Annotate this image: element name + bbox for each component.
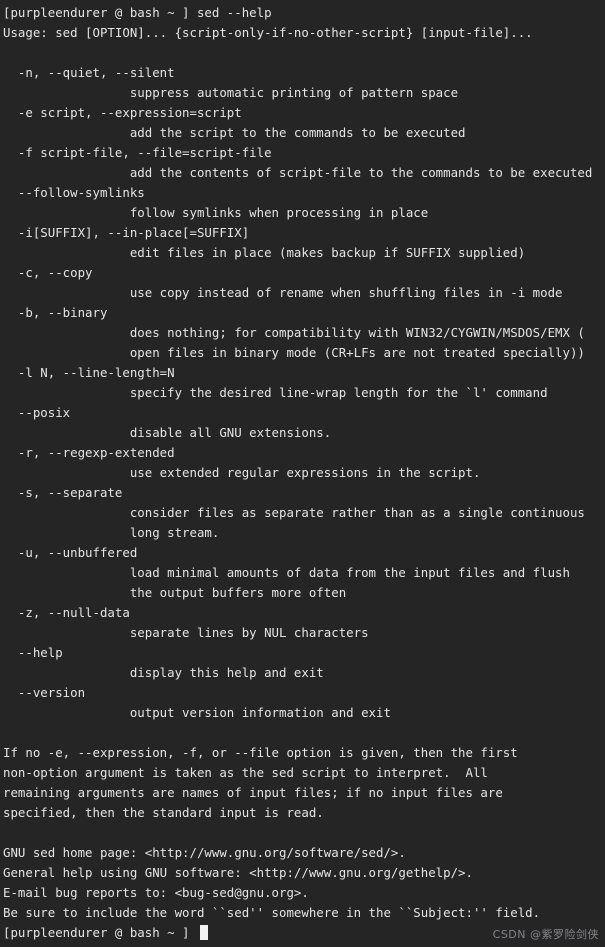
terminal-line: load minimal amounts of data from the in… [3,565,570,580]
terminal-line: specify the desired line-wrap length for… [3,385,548,400]
terminal-line: If no -e, --expression, -f, or --file op… [3,745,518,760]
terminal-line: non-option argument is taken as the sed … [3,765,488,780]
terminal-line: -e script, --expression=script [3,105,242,120]
terminal-line: General help using GNU software: <http:/… [3,865,473,880]
terminal-line: -b, --binary [3,305,108,320]
terminal-line: --help [3,645,63,660]
terminal-line: E-mail bug reports to: <bug-sed@gnu.org>… [3,885,309,900]
terminal-line: add the script to the commands to be exe… [3,125,466,140]
terminal-line: -z, --null-data [3,605,130,620]
terminal-line: --follow-symlinks [3,185,145,200]
terminal-line: -n, --quiet, --silent [3,65,175,80]
terminal-line: output version information and exit [3,705,391,720]
text-cursor [199,925,208,940]
terminal-line: long stream. [3,525,220,540]
terminal-line: specified, then the standard input is re… [3,805,324,820]
terminal-line: Be sure to include the word ``sed'' some… [3,905,541,920]
terminal-line: disable all GNU extensions. [3,425,332,440]
terminal-line: -u, --unbuffered [3,545,138,560]
csdn-watermark: CSDN @紫罗险剑侠 [492,928,599,941]
terminal-line: edit files in place (makes backup if SUF… [3,245,526,260]
terminal-line: display this help and exit [3,665,324,680]
terminal-output: [purpleendurer @ bash ~ ] sed --help Usag… [0,3,605,923]
terminal-line: suppress automatic printing of pattern s… [3,85,459,100]
terminal-line: -i[SUFFIX], --in-place[=SUFFIX] [3,225,250,240]
prompt-text: [purpleendurer @ bash ~ ] [3,925,197,940]
terminal-line: --posix [3,405,71,420]
terminal-line: does nothing; for compatibility with WIN… [3,325,585,340]
terminal-line: --version [3,685,86,700]
terminal-line: consider files as separate rather than a… [3,505,585,520]
terminal-line: use copy instead of rename when shufflin… [3,285,563,300]
terminal-line: Usage: sed [OPTION]... {script-only-if-n… [3,25,533,40]
terminal-line: -r, --regexp-extended [3,445,175,460]
terminal-line: [purpleendurer @ bash ~ ] sed --help [3,5,272,20]
terminal-line: open files in binary mode (CR+LFs are no… [3,345,585,360]
terminal-line: use extended regular expressions in the … [3,465,481,480]
terminal-line: add the contents of script-file to the c… [3,165,593,180]
terminal-line: follow symlinks when processing in place [3,205,429,220]
terminal-line: -l N, --line-length=N [3,365,175,380]
terminal-window[interactable]: [purpleendurer @ bash ~ ] sed --help Usag… [0,0,605,947]
terminal-line: remaining arguments are names of input f… [3,785,503,800]
terminal-line: -s, --separate [3,485,123,500]
terminal-line: separate lines by NUL characters [3,625,369,640]
terminal-line: -f script-file, --file=script-file [3,145,272,160]
terminal-line: the output buffers more often [3,585,347,600]
terminal-line: GNU sed home page: <http://www.gnu.org/s… [3,845,406,860]
terminal-line: -c, --copy [3,265,93,280]
